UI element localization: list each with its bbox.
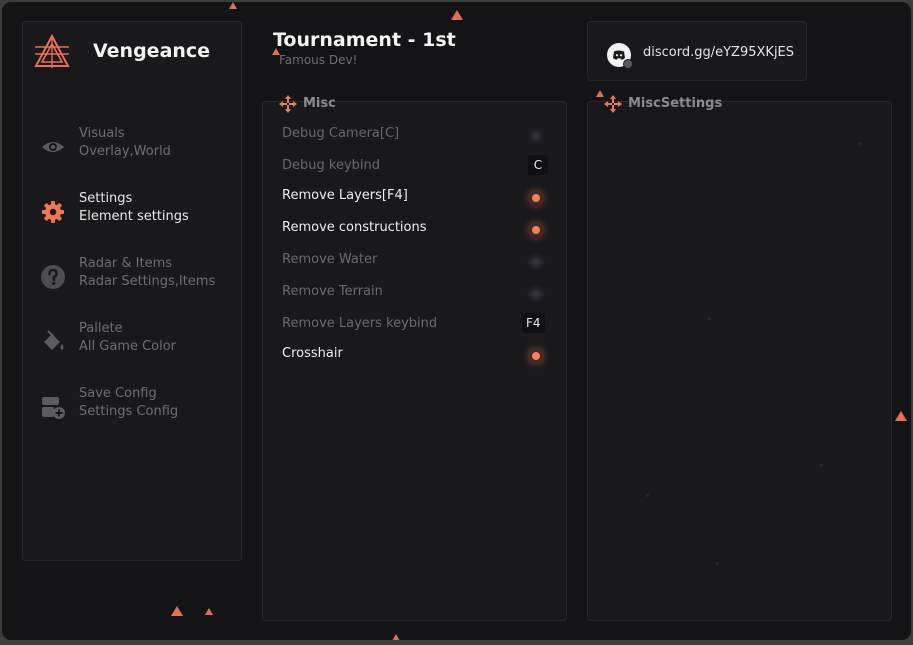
remove-layers-keybind-button[interactable]: F4 [522, 313, 545, 333]
particle-dot [646, 494, 649, 497]
row-label: Remove Terrain [282, 284, 383, 299]
particle-dot [716, 562, 719, 565]
particle-triangle [895, 411, 907, 421]
row-label: Crosshair [282, 346, 343, 361]
sidebar-item-visuals[interactable]: Visuals Overlay,World [23, 125, 241, 175]
particle-dot [820, 464, 823, 467]
debug-keybind-button[interactable]: C [528, 155, 548, 175]
particle-triangle [229, 2, 237, 9]
row-remove-layers-keybind: Remove Layers keybind F4 [263, 309, 566, 339]
move-arrows-icon[interactable] [604, 95, 622, 113]
gear-icon [42, 201, 64, 223]
remove-constructions-toggle[interactable] [529, 223, 543, 237]
misc-panel: Misc Debug Camera[C] Debug keybind C Rem… [262, 95, 567, 621]
eye-icon [42, 142, 64, 152]
paint-bucket-icon [44, 330, 64, 350]
sidebar-item-title: Visuals [79, 126, 125, 141]
discord-link-box[interactable]: discord.gg/eYZ95XKjES [587, 21, 807, 81]
misc-settings-panel: MiscSettings [587, 95, 892, 621]
particle-triangle [205, 608, 213, 615]
config-add-icon [42, 397, 65, 419]
vengeance-logo-icon [34, 33, 70, 68]
row-label: Remove Layers[F4] [282, 188, 408, 203]
page-title: Tournament - 1st [273, 29, 456, 51]
sidebar: Vengeance Visuals Overlay,World Settings… [22, 21, 242, 561]
particle-dot [858, 142, 861, 145]
particle-triangle [171, 606, 183, 616]
sidebar-item-save-config[interactable]: Save Config Settings Config [23, 385, 241, 435]
particle-triangle [392, 634, 400, 640]
particle-triangle [451, 10, 463, 20]
sidebar-item-subtitle: Radar Settings,Items [79, 274, 216, 289]
question-icon [41, 265, 65, 289]
move-arrows-icon[interactable] [279, 95, 297, 113]
brand-name: Vengeance [93, 40, 211, 62]
row-label: Remove Layers keybind [282, 316, 438, 331]
panel-title: Misc [303, 96, 336, 111]
sidebar-item-subtitle: Settings Config [79, 404, 179, 419]
row-remove-terrain: Remove Terrain [263, 277, 566, 307]
sidebar-item-subtitle: Overlay,World [79, 144, 171, 159]
crosshair-toggle[interactable] [529, 349, 543, 363]
sidebar-item-settings[interactable]: Settings Element settings [23, 190, 241, 240]
row-label: Remove constructions [282, 220, 427, 235]
sidebar-item-title: Settings [79, 191, 133, 206]
remove-terrain-toggle[interactable] [529, 287, 543, 301]
debug-camera-toggle[interactable] [529, 129, 543, 143]
sidebar-item-subtitle: Element settings [79, 209, 189, 224]
row-debug-keybind: Debug keybind C [263, 151, 566, 181]
row-debug-camera: Debug Camera[C] [263, 119, 566, 149]
remove-water-toggle[interactable] [529, 255, 543, 269]
sidebar-item-title: Radar & Items [79, 256, 173, 271]
row-crosshair: Crosshair [263, 339, 566, 369]
row-remove-layers: Remove Layers[F4] [263, 181, 566, 211]
remove-layers-toggle[interactable] [529, 191, 543, 205]
discord-link[interactable]: discord.gg/eYZ95XKjES [643, 45, 794, 60]
row-remove-constructions: Remove constructions [263, 213, 566, 243]
sidebar-item-subtitle: All Game Color [79, 339, 177, 354]
particle-triangle [596, 90, 604, 97]
particle-dot [708, 317, 711, 320]
sidebar-item-title: Pallete [79, 321, 123, 336]
status-dot [623, 59, 633, 69]
sidebar-item-radar-items[interactable]: Radar & Items Radar Settings,Items [23, 255, 241, 305]
row-remove-water: Remove Water [263, 245, 566, 275]
row-label: Debug keybind [282, 158, 380, 173]
row-label: Remove Water [282, 252, 378, 267]
panel-title: MiscSettings [628, 96, 723, 111]
app-window: Vengeance Visuals Overlay,World Settings… [2, 2, 911, 640]
sidebar-item-title: Save Config [79, 386, 157, 401]
sidebar-item-pallete[interactable]: Pallete All Game Color [23, 320, 241, 370]
row-label: Debug Camera[C] [282, 126, 400, 141]
page-subtitle: Famous Dev! [279, 53, 358, 67]
